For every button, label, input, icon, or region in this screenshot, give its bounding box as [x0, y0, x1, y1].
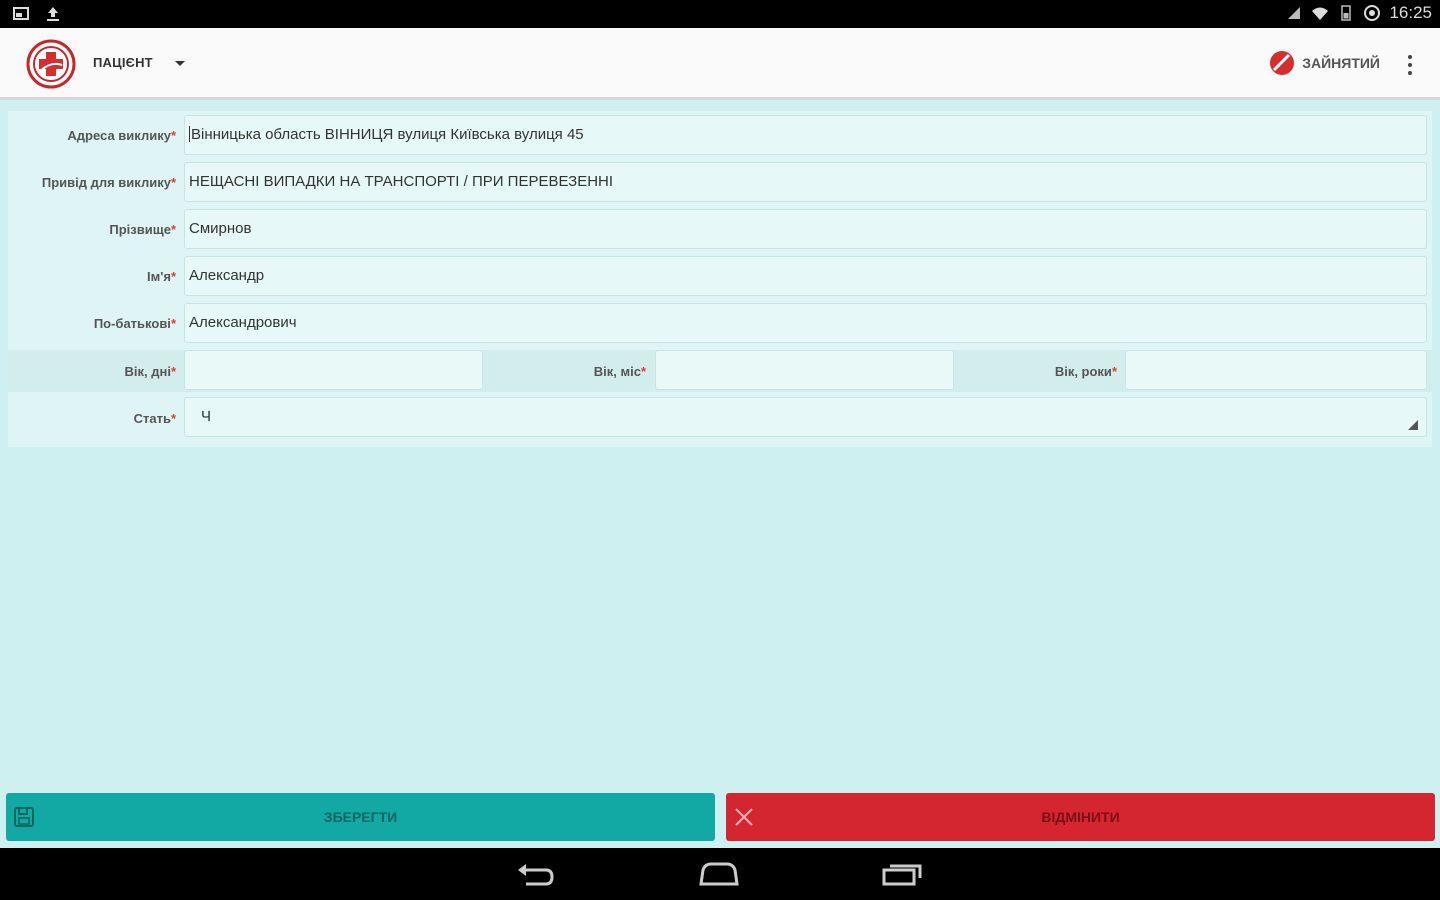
text-cursor: [189, 126, 190, 142]
status-time: 16:25: [1389, 3, 1432, 22]
surname-label: Прізвище*: [109, 222, 176, 237]
home-icon[interactable]: [697, 860, 741, 888]
patronymic-row: По-батькові* Александрович: [8, 303, 1432, 345]
age-days-label: Вік, дні*: [124, 364, 176, 379]
busy-status-label: ЗАЙНЯТИЙ: [1302, 55, 1380, 71]
cancel-button[interactable]: ВІДМІНИТИ: [726, 793, 1435, 841]
upload-icon: [47, 7, 59, 21]
battery-icon: [1341, 5, 1352, 21]
close-icon: [735, 808, 753, 826]
busy-status-icon: [1270, 51, 1295, 75]
name-label: Ім'я*: [147, 269, 176, 284]
sex-value: Ч: [201, 408, 211, 425]
status-bar: 16:25: [0, 0, 1440, 28]
age-years-field[interactable]: [1125, 350, 1427, 390]
patronymic-label: По-батькові*: [93, 316, 176, 331]
overflow-menu-icon[interactable]: [1404, 52, 1416, 78]
surname-field[interactable]: Смирнов: [184, 209, 1427, 249]
age-row: Вік, дні* Вік, міс* Вік, роки*: [8, 350, 1432, 392]
age-months-label: Вік, міс*: [593, 364, 646, 379]
age-years-label: Вік, роки*: [1054, 364, 1117, 379]
patronymic-field[interactable]: Александрович: [184, 303, 1427, 343]
floppy-disk-icon: [14, 807, 34, 827]
recent-apps-icon[interactable]: [880, 860, 924, 888]
sync-icon: [1364, 5, 1381, 21]
cancel-button-label: ВІДМІНИТИ: [1041, 809, 1120, 825]
spinner-corner-icon: [1408, 420, 1418, 430]
name-row: Ім'я* Александр: [8, 256, 1432, 298]
sex-row: Стать* Ч: [8, 397, 1432, 439]
app-bar: ПАЦІЄНТ ЗАЙНЯТИЙ: [0, 28, 1440, 100]
reason-field[interactable]: НЕЩАСНІ ВИПАДКИ НА ТРАНСПОРТІ / ПРИ ПЕРЕ…: [184, 162, 1427, 202]
address-field[interactable]: Вінницька область ВІННИЦЯ вулиця Київськ…: [184, 115, 1427, 155]
name-field[interactable]: Александр: [184, 256, 1427, 296]
age-days-field[interactable]: [184, 350, 483, 390]
address-label: Адреса виклику*: [67, 128, 176, 143]
reason-row: Привід для виклику* НЕЩАСНІ ВИПАДКИ НА Т…: [8, 162, 1432, 204]
screen-title[interactable]: ПАЦІЄНТ: [93, 55, 153, 70]
save-button[interactable]: ЗБЕРЕГТИ: [6, 793, 715, 841]
reason-label: Привід для виклику*: [41, 175, 176, 190]
address-row: Адреса виклику* Вінницька область ВІННИЦ…: [8, 115, 1432, 157]
patient-form: Адреса виклику* Вінницька область ВІННИЦ…: [8, 111, 1432, 447]
back-icon[interactable]: [514, 860, 558, 888]
save-button-label: ЗБЕРЕГТИ: [323, 809, 398, 825]
app-logo-icon[interactable]: [26, 39, 76, 89]
system-navigation-bar: [0, 848, 1440, 900]
signal-icon: [1288, 7, 1301, 19]
busy-status-button[interactable]: ЗАЙНЯТИЙ: [1268, 49, 1380, 77]
wifi-icon: [1312, 7, 1329, 20]
sex-label: Стать*: [133, 411, 176, 426]
sex-spinner[interactable]: Ч: [184, 397, 1427, 437]
surname-row: Прізвище* Смирнов: [8, 209, 1432, 251]
age-months-field[interactable]: [655, 350, 954, 390]
chevron-down-icon[interactable]: [175, 61, 185, 66]
screenshot-icon: [13, 7, 29, 20]
